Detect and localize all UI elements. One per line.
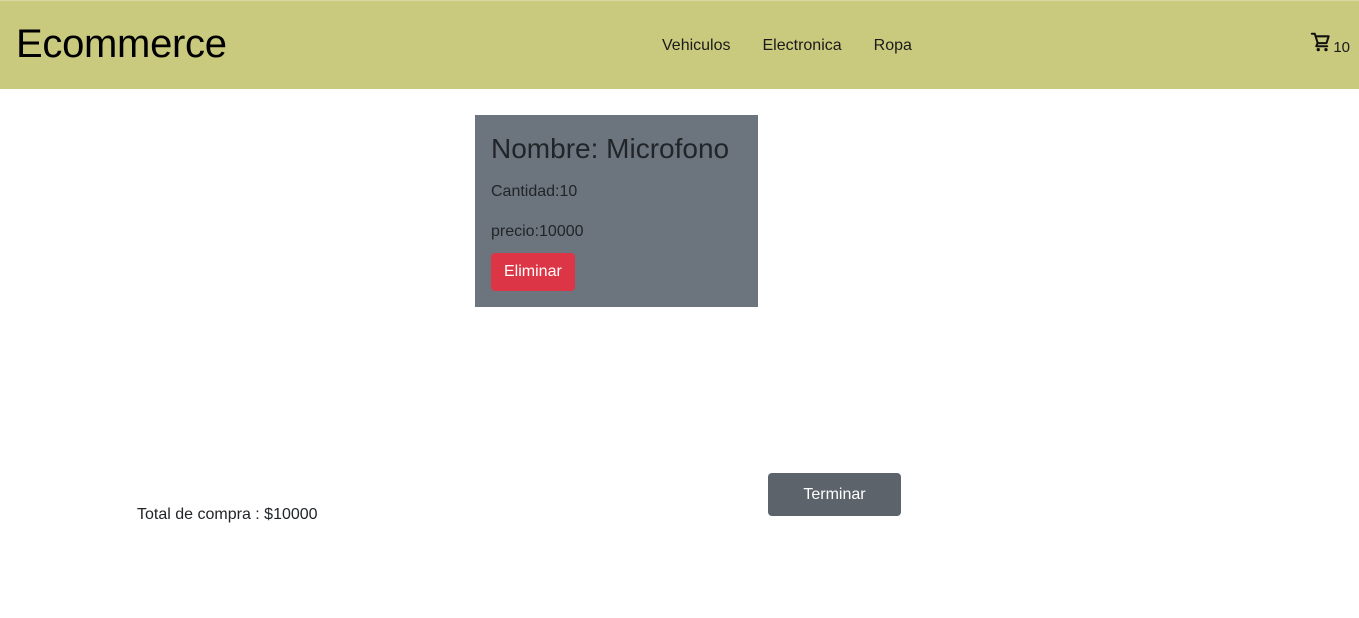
product-quantity: Cantidad:10 [491,183,578,200]
product-name: Nombre: Microfono [491,133,730,164]
shopping-cart-icon[interactable] [1310,31,1332,53]
brand-logo[interactable]: Ecommerce [16,20,227,68]
cart-item-card: Nombre: Microfono Cantidad:10 precio:100… [475,115,758,307]
nav-links: Vehiculos Electronica Ropa [646,35,928,57]
finish-purchase-button[interactable]: Terminar [768,473,901,516]
remove-item-button[interactable]: Eliminar [491,253,575,291]
purchase-total: Total de compra : $10000 [137,506,318,523]
cart-count-badge: 10 [1333,39,1350,56]
product-price: precio:10000 [491,223,584,240]
nav-link-vehiculos[interactable]: Vehiculos [646,35,747,57]
nav-link-ropa[interactable]: Ropa [858,35,928,57]
nav-link-electronica[interactable]: Electronica [747,35,858,57]
navbar: Ecommerce Vehiculos Electronica Ropa 10 [0,0,1359,89]
cart-button[interactable]: 10 [1310,31,1350,56]
